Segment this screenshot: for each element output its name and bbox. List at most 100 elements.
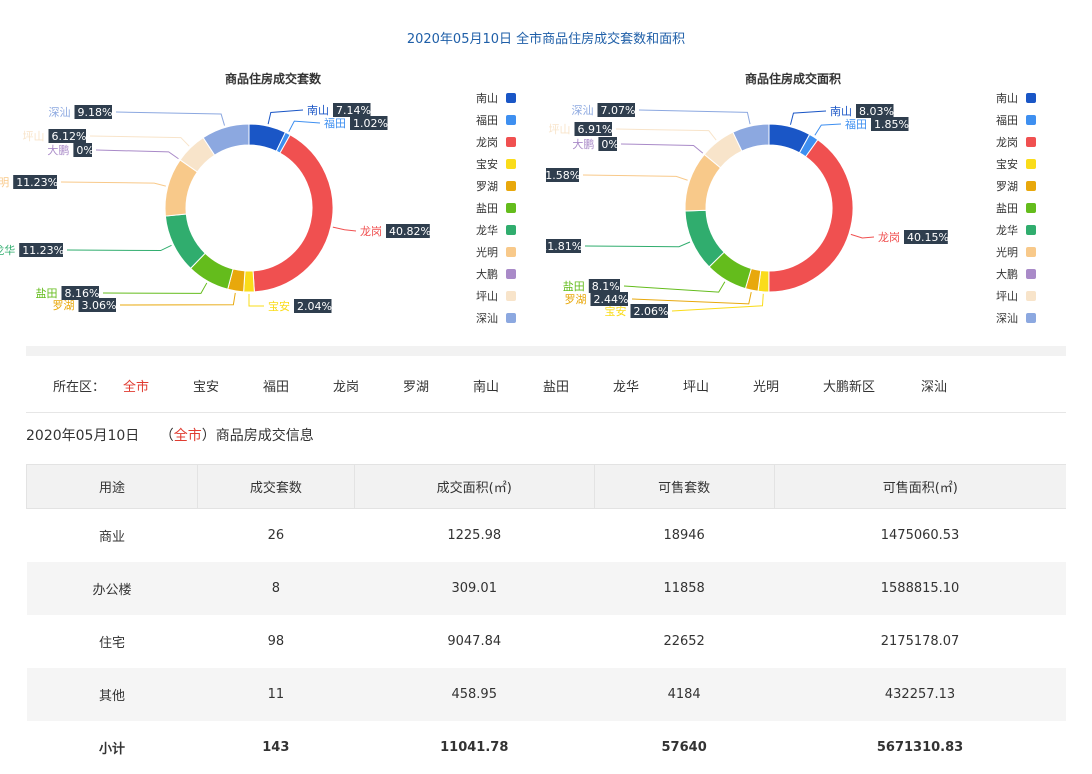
cell: 9047.84 xyxy=(447,634,502,649)
slice-label: 龙岗 xyxy=(878,231,900,244)
legend-swatch xyxy=(506,313,516,323)
page-title: 2020年05月10日 全市商品住房成交套数和面积 xyxy=(406,32,686,47)
slice-value-label: 7.07% xyxy=(601,104,636,117)
filter-item-shenshan[interactable]: 深汕 xyxy=(921,376,947,395)
total-cell: 11041.78 xyxy=(440,740,509,755)
header-available-area: 可售面积(㎡) xyxy=(774,464,1066,509)
legend-swatch xyxy=(1026,225,1036,235)
slice-value-label: 7.14% xyxy=(336,104,371,117)
cell: 98 xyxy=(267,634,285,649)
legend-label: 大鹏 xyxy=(996,267,1018,281)
filter-item-pingshan[interactable]: 坪山 xyxy=(683,376,709,395)
slice-label: 盐田 xyxy=(36,287,58,300)
slice-value-label: 11.58% xyxy=(546,169,580,182)
district-filter-bar: 所在区： 全市 宝安 福田 龙岗 罗湖 南山 盐田 龙华 坪山 光明 大鹏新区 … xyxy=(26,366,1066,413)
slice-label: 南山 xyxy=(830,105,852,118)
legend-swatch xyxy=(1026,137,1036,147)
label-leader-line xyxy=(623,281,726,293)
slice-label: 福田 xyxy=(845,117,867,131)
cell: 18946 xyxy=(663,528,705,543)
legend-swatch xyxy=(506,137,516,147)
header-usage: 用途 xyxy=(26,464,198,509)
cell: 住宅 xyxy=(98,636,125,651)
legend-label: 宝安 xyxy=(996,157,1018,171)
legend-label: 深汕 xyxy=(996,312,1018,325)
slice-label: 宝安 xyxy=(605,304,627,318)
filter-item-quanshi[interactable]: 全市 xyxy=(123,376,149,395)
label-leader-line xyxy=(267,109,304,125)
label-leader-line xyxy=(89,135,190,147)
label-leader-line xyxy=(789,110,827,125)
slice-value-label: 8.1% xyxy=(592,280,620,293)
info-date: 2020年05月10日 xyxy=(26,428,140,444)
legend-swatch xyxy=(1026,203,1036,213)
legend-swatch xyxy=(506,225,516,235)
filter-item-baoan[interactable]: 宝安 xyxy=(193,376,219,395)
legend-swatch xyxy=(506,181,516,191)
label-leader-line xyxy=(582,174,688,181)
slice-label: 罗湖 xyxy=(565,293,587,306)
cell: 2175178.07 xyxy=(880,634,960,649)
label-leader-line xyxy=(288,120,321,132)
slice-value-label: 40.15% xyxy=(907,231,949,244)
filter-label: 所在区： xyxy=(53,380,106,395)
legend-label: 龙华 xyxy=(476,223,498,237)
cell: 1225.98 xyxy=(447,528,502,543)
legend-label: 南山 xyxy=(476,92,498,105)
label-leader-line xyxy=(115,111,226,126)
slice-label: 深汕 xyxy=(572,104,594,117)
chart-title: 商品住房成交面积 xyxy=(745,71,841,86)
header-deal-units: 成交套数 xyxy=(197,464,355,509)
slice-value-label: 2.04% xyxy=(297,300,332,313)
legend-label: 盐田 xyxy=(996,202,1018,215)
cell: 1588815.10 xyxy=(774,562,1066,615)
slice-label: 龙华 xyxy=(0,243,15,257)
slice-label: 坪山 xyxy=(549,123,571,136)
filter-item-dapeng[interactable]: 大鹏新区 xyxy=(823,376,875,395)
slice-value-label: 6.12% xyxy=(52,130,87,143)
label-leader-line xyxy=(615,128,717,141)
legend-swatch xyxy=(506,159,516,169)
filter-item-longgang[interactable]: 龙岗 xyxy=(333,376,359,395)
cell: 22652 xyxy=(663,634,705,649)
legend-swatch xyxy=(1026,247,1036,257)
slice-value-label: 3.06% xyxy=(82,299,117,312)
label-leader-line xyxy=(60,181,166,187)
cell: 4184 xyxy=(594,668,775,721)
slice-label: 罗湖 xyxy=(53,299,75,312)
section-divider xyxy=(26,346,1066,356)
table-total-row: 小计 143 11041.78 57640 5671310.83 xyxy=(27,721,1067,774)
pie-chart-area: 商品住房成交面积南山 8.03%南山福田 1.85% 福田龙岗 40.15%龙岗宝安 2.… xyxy=(546,71,1036,325)
cell: 办公楼 xyxy=(26,562,198,615)
legend-swatch xyxy=(506,269,516,279)
legend-label: 盐田 xyxy=(476,202,498,215)
label-leader-line xyxy=(95,149,179,160)
chart-title: 商品住房成交套数 xyxy=(225,71,322,86)
legend-swatch xyxy=(1026,269,1036,279)
pie-slice-2 xyxy=(252,134,334,293)
label-leader-line xyxy=(584,241,691,248)
filter-item-guangming[interactable]: 光明 xyxy=(753,376,779,395)
slice-label: 光明 xyxy=(0,175,9,189)
slice-value-label: 11.81% xyxy=(546,240,582,253)
filter-item-futian[interactable]: 福田 xyxy=(263,376,289,395)
slice-value-label: 8.03% xyxy=(859,105,894,118)
legend-swatch xyxy=(1026,93,1036,103)
legend-label: 宝安 xyxy=(476,157,498,171)
slice-value-label: 0% xyxy=(601,138,618,151)
cell: 11 xyxy=(197,668,355,721)
slice-label: 坪山 xyxy=(23,130,45,143)
info-heading: 2020年05月10日 （全市）商品房成交信息 xyxy=(26,425,314,445)
filter-item-nanshan[interactable]: 南山 xyxy=(473,376,499,395)
cell: 309.01 xyxy=(354,562,595,615)
legend-label: 光明 xyxy=(996,245,1018,259)
filter-item-luohu[interactable]: 罗湖 xyxy=(403,376,429,395)
filter-item-yantian[interactable]: 盐田 xyxy=(543,376,569,395)
slice-value-label: 1.85% xyxy=(874,118,909,131)
legend-label: 大鹏 xyxy=(476,267,498,281)
total-cell: 小计 xyxy=(98,742,125,757)
filter-item-longhua[interactable]: 龙华 xyxy=(613,376,639,395)
pie-chart-count: 商品住房成交套数南山 7.14%南山福田 1.02% 福田龙岗 40.82%龙岗宝安 2.… xyxy=(0,71,516,325)
legend-swatch xyxy=(506,115,516,125)
pie-slice-2 xyxy=(768,138,854,293)
